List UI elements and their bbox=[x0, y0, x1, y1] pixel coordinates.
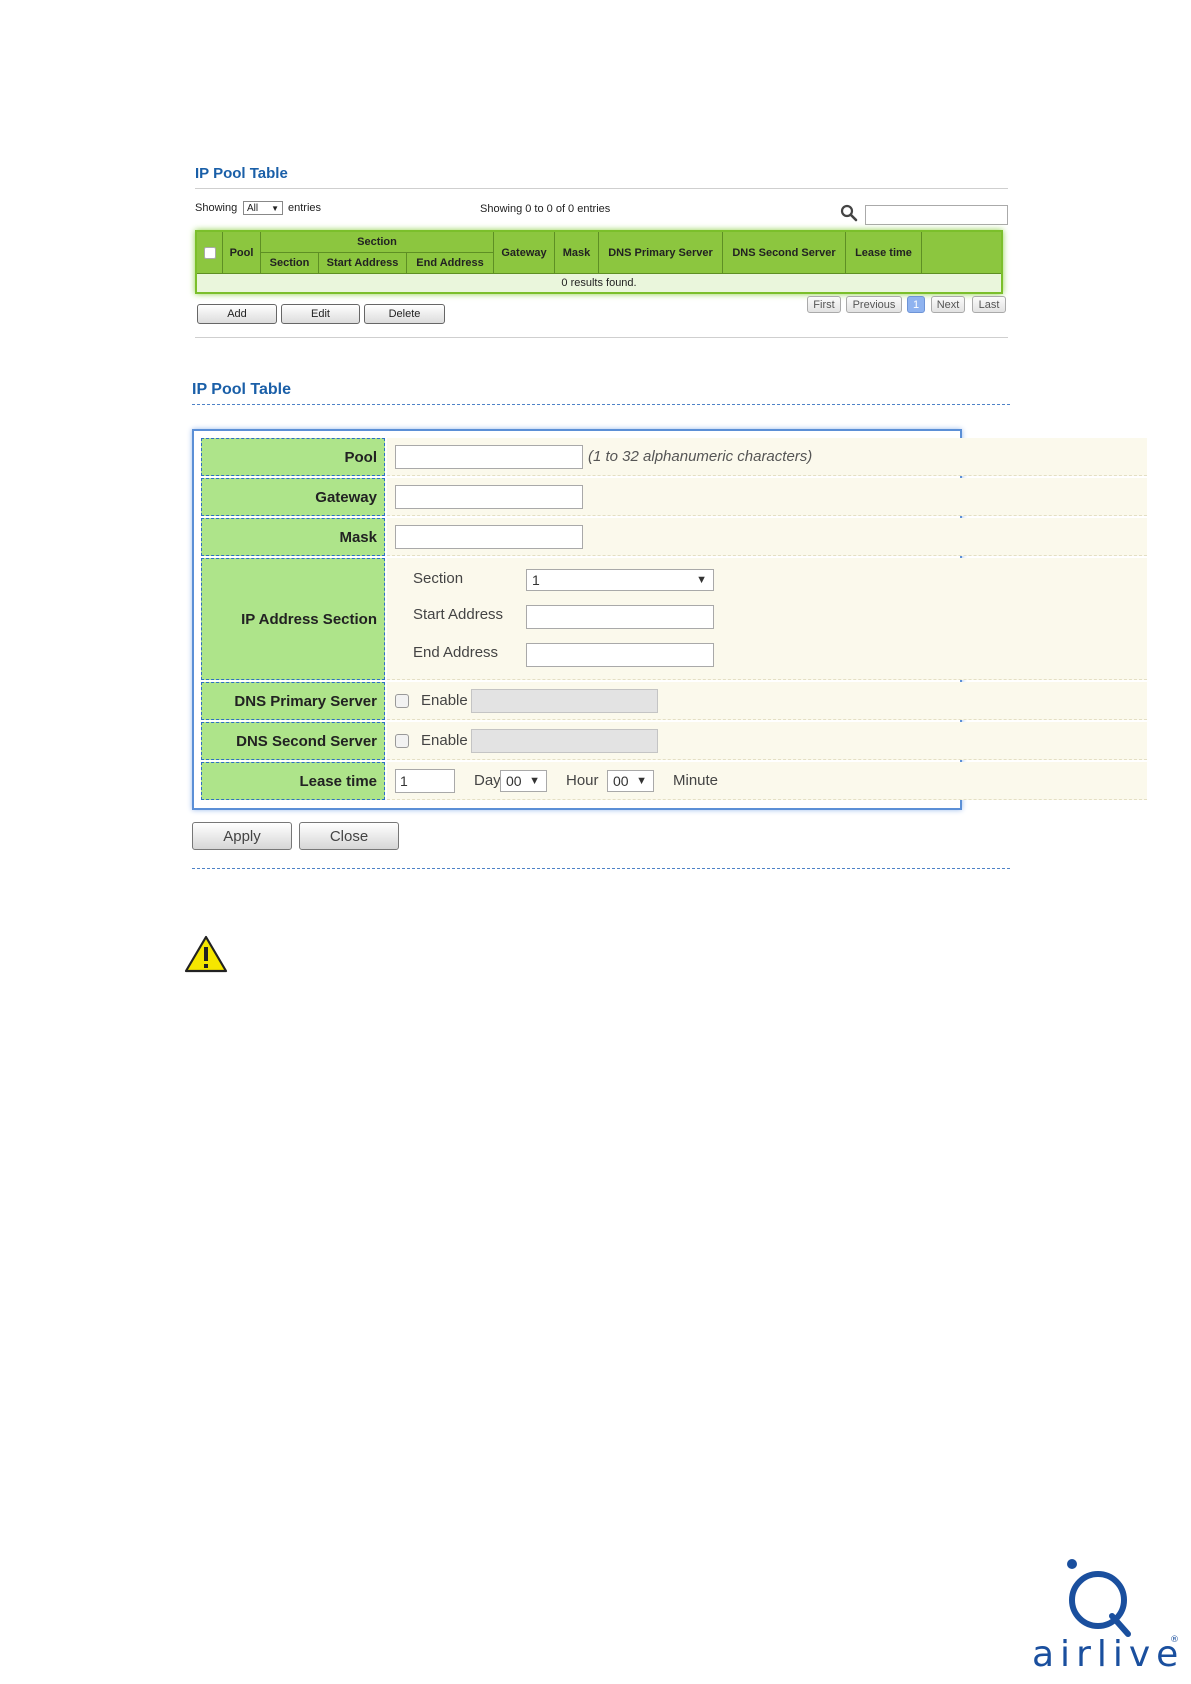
gateway-value-cell bbox=[387, 478, 1147, 516]
dns-primary-label: DNS Primary Server bbox=[201, 682, 385, 720]
dns-second-cell: Enable bbox=[387, 722, 1147, 760]
close-button[interactable]: Close bbox=[299, 822, 399, 850]
edit-button[interactable]: Edit bbox=[281, 304, 360, 324]
col-section: Section bbox=[261, 253, 319, 274]
gateway-label: Gateway bbox=[201, 478, 385, 516]
showing-label: Showing bbox=[195, 202, 238, 214]
ip-address-section-label: IP Address Section bbox=[201, 558, 385, 680]
chevron-down-icon: ▼ bbox=[696, 574, 707, 586]
dns-primary-cell: Enable bbox=[387, 682, 1147, 720]
end-address-label: End Address bbox=[413, 644, 499, 661]
pool-table-title: IP Pool Table bbox=[195, 165, 288, 182]
col-pool: Pool bbox=[223, 232, 261, 274]
day-label: Day bbox=[474, 772, 501, 789]
section-label: Section bbox=[413, 570, 464, 587]
page-first-button[interactable]: First bbox=[807, 296, 841, 313]
divider bbox=[192, 404, 1010, 405]
lease-time-label: Lease time bbox=[201, 762, 385, 800]
mask-input[interactable] bbox=[395, 525, 583, 549]
lease-minute-value: 00 bbox=[613, 773, 629, 789]
pool-form-title: IP Pool Table bbox=[192, 381, 291, 398]
start-address-input[interactable] bbox=[526, 605, 714, 629]
entries-label: entries bbox=[288, 202, 322, 214]
page-last-button[interactable]: Last bbox=[972, 296, 1006, 313]
start-address-label: Start Address bbox=[413, 606, 504, 623]
entries-select-value: All bbox=[247, 203, 259, 214]
col-dns-primary: DNS Primary Server bbox=[599, 232, 723, 274]
chevron-down-icon: ▼ bbox=[636, 775, 647, 787]
delete-button[interactable]: Delete bbox=[364, 304, 445, 324]
dns-second-label: DNS Second Server bbox=[201, 722, 385, 760]
lease-minute-select[interactable]: 00 ▼ bbox=[607, 770, 654, 792]
select-all-header bbox=[197, 232, 223, 274]
page-next-button[interactable]: Next bbox=[931, 296, 965, 313]
search-icon[interactable] bbox=[840, 204, 858, 222]
chevron-down-icon: ▼ bbox=[271, 204, 279, 213]
mask-label: Mask bbox=[201, 518, 385, 556]
col-lease-time: Lease time bbox=[846, 232, 922, 274]
col-section-group: Section bbox=[261, 232, 494, 253]
dns-primary-enable-label: Enable bbox=[421, 692, 468, 709]
apply-button[interactable]: Apply bbox=[192, 822, 292, 850]
section-select[interactable]: 1 ▼ bbox=[526, 569, 714, 591]
airlive-logo: airlive ® bbox=[1032, 1559, 1180, 1673]
col-dns-second: DNS Second Server bbox=[723, 232, 846, 274]
pool-form: Pool (1 to 32 alphanumeric characters) G… bbox=[192, 429, 1147, 810]
pool-grid: Pool Section Section Start Address End A… bbox=[195, 230, 1003, 294]
lease-hour-select[interactable]: 00 ▼ bbox=[500, 770, 547, 792]
mask-value-cell bbox=[387, 518, 1147, 556]
lease-hour-value: 00 bbox=[506, 773, 522, 789]
search-input[interactable] bbox=[865, 205, 1008, 225]
gateway-input[interactable] bbox=[395, 485, 583, 509]
col-mask: Mask bbox=[555, 232, 599, 274]
showing-status: Showing 0 to 0 of 0 entries bbox=[480, 203, 611, 215]
hour-label: Hour bbox=[566, 772, 599, 789]
empty-results-message: 0 results found. bbox=[197, 274, 1001, 292]
dns-primary-input[interactable] bbox=[471, 689, 658, 713]
col-filler bbox=[922, 232, 1001, 274]
svg-text:®: ® bbox=[1170, 1635, 1179, 1645]
dns-second-input[interactable] bbox=[471, 729, 658, 753]
add-button[interactable]: Add bbox=[197, 304, 277, 324]
col-gateway: Gateway bbox=[494, 232, 555, 274]
select-all-checkbox[interactable] bbox=[203, 246, 216, 259]
dns-second-enable-label: Enable bbox=[421, 732, 468, 749]
chevron-down-icon: ▼ bbox=[529, 775, 540, 787]
divider bbox=[195, 337, 1008, 338]
ip-address-section-cell: Section 1 ▼ Start Address End Address bbox=[387, 558, 1147, 680]
page-previous-button[interactable]: Previous bbox=[846, 296, 902, 313]
page-current-button[interactable]: 1 bbox=[907, 296, 925, 313]
pool-input[interactable] bbox=[395, 445, 583, 469]
entries-select[interactable]: All ▼ bbox=[243, 201, 283, 215]
pool-label: Pool bbox=[201, 438, 385, 476]
logo-text: airlive bbox=[1032, 1634, 1180, 1673]
divider bbox=[192, 868, 1010, 869]
warning-icon bbox=[184, 935, 228, 973]
divider bbox=[195, 188, 1008, 189]
section-select-value: 1 bbox=[532, 572, 540, 588]
dns-primary-enable-checkbox[interactable] bbox=[395, 694, 409, 708]
pool-hint: (1 to 32 alphanumeric characters) bbox=[588, 448, 813, 465]
minute-label: Minute bbox=[673, 772, 719, 789]
dns-second-enable-checkbox[interactable] bbox=[395, 734, 409, 748]
end-address-input[interactable] bbox=[526, 643, 714, 667]
lease-day-input[interactable] bbox=[395, 769, 455, 793]
col-start-address: Start Address bbox=[319, 253, 407, 274]
pool-value-cell: (1 to 32 alphanumeric characters) bbox=[387, 438, 1147, 476]
lease-time-cell: Day 00 ▼ Hour 00 ▼ Minute bbox=[387, 762, 1147, 800]
col-end-address: End Address bbox=[407, 253, 494, 274]
